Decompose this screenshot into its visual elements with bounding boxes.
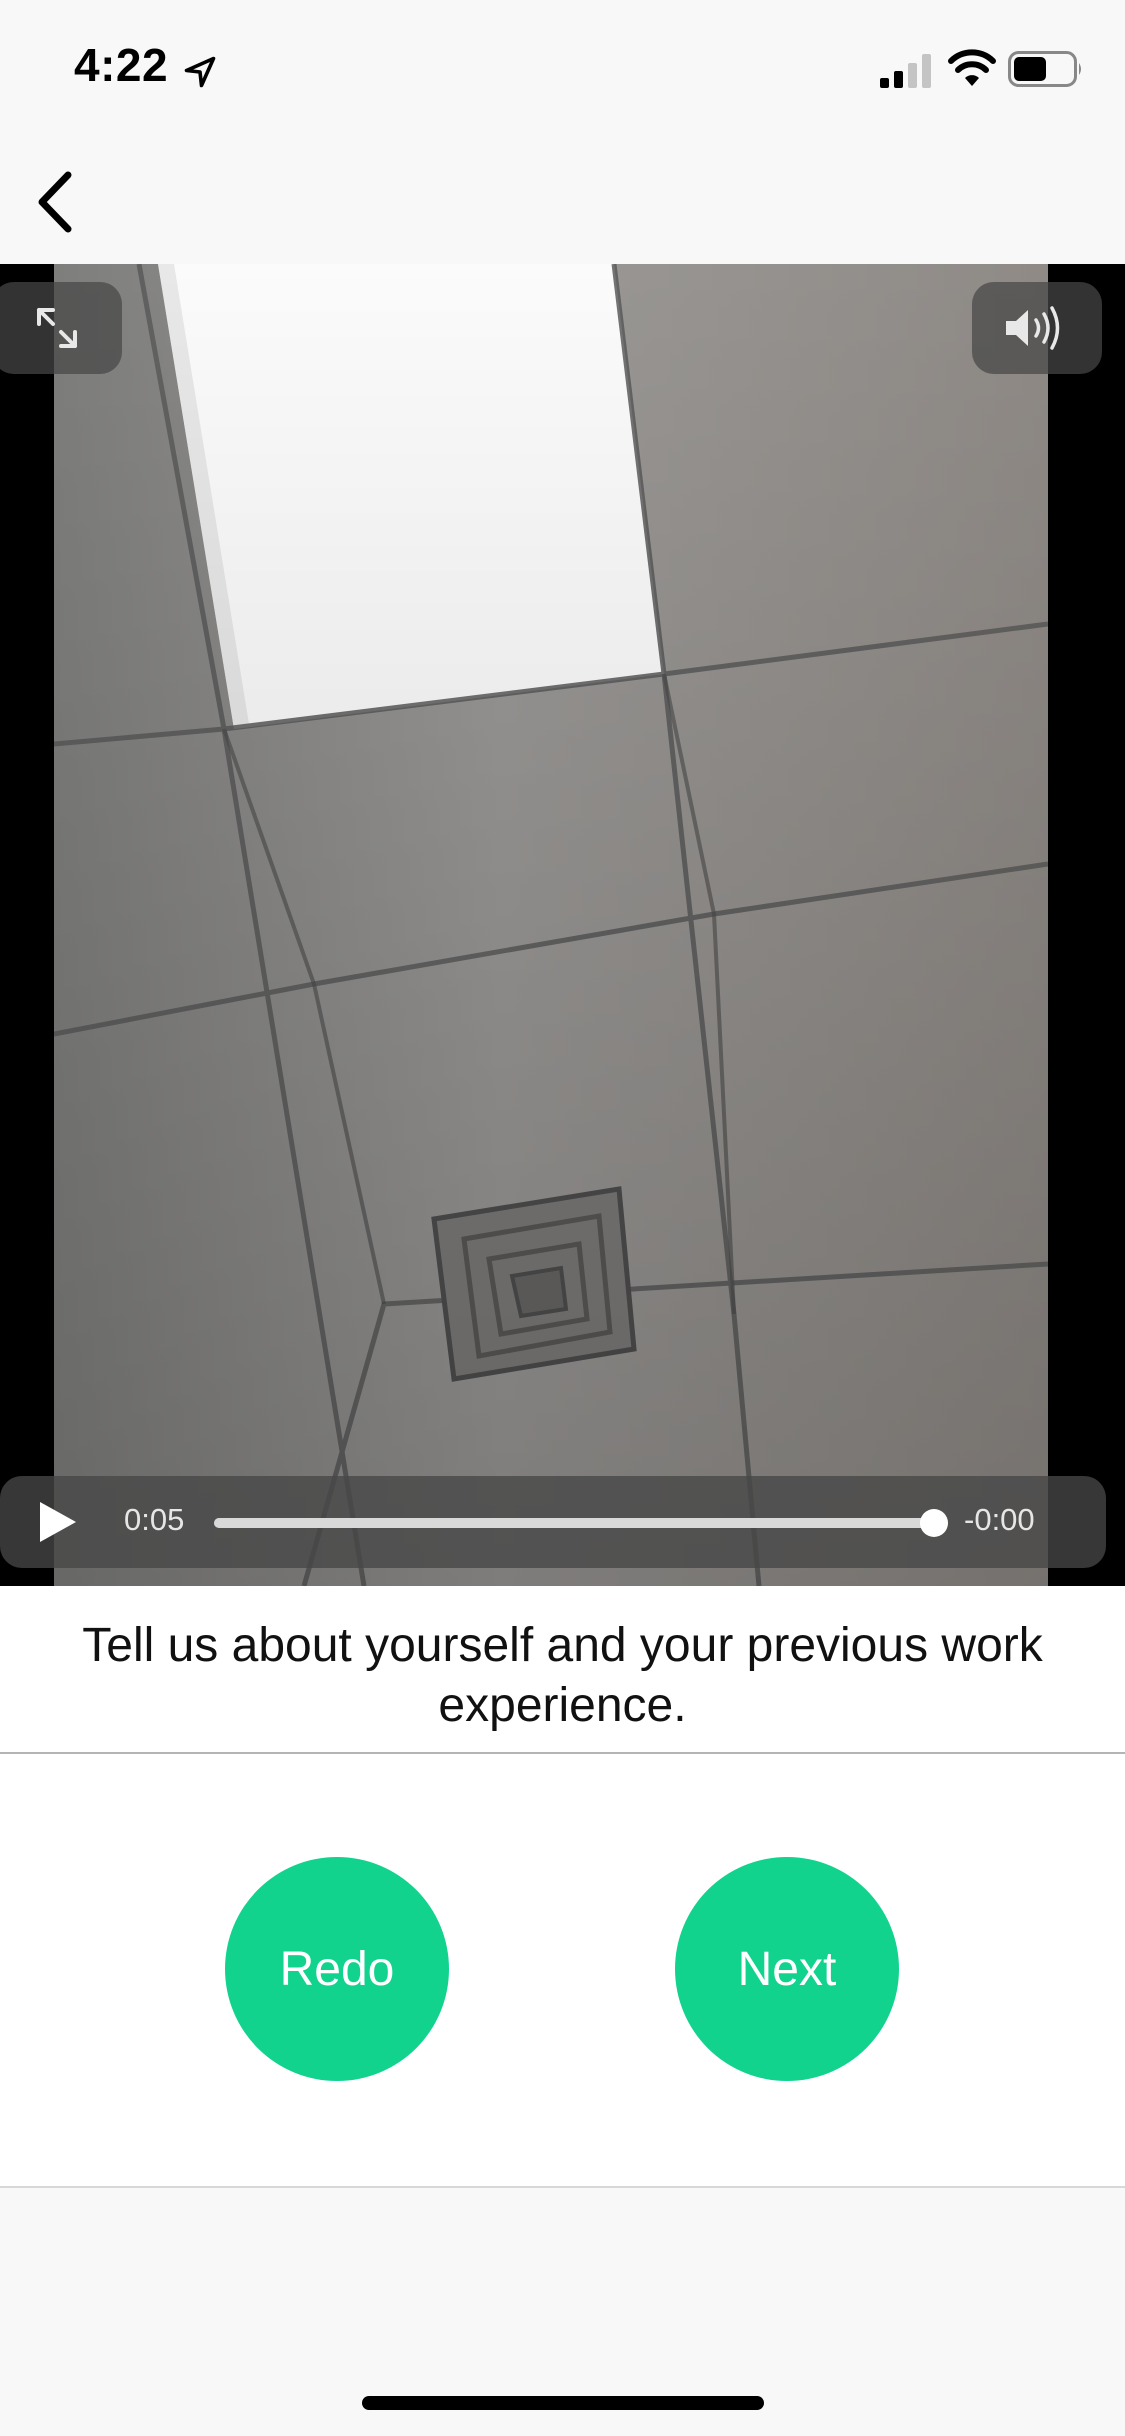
question-text: Tell us about yourself and your previous…: [82, 1619, 1043, 1732]
expand-icon: [37, 308, 77, 348]
wifi-icon: [948, 49, 996, 86]
elapsed-time: 0:05: [124, 1502, 185, 1537]
location-arrow-icon: [184, 56, 216, 88]
actions-panel: Redo Next: [0, 1754, 1125, 2188]
speaker-icon: [1006, 306, 1060, 350]
next-button[interactable]: Next: [675, 1857, 899, 2081]
chevron-left-icon: [38, 171, 72, 233]
nav-bar: [0, 132, 1125, 264]
progress-fill: [214, 1518, 934, 1528]
status-time: 4:22: [74, 39, 169, 91]
volume-button[interactable]: [972, 282, 1102, 374]
redo-button[interactable]: Redo: [225, 1857, 449, 2081]
status-bar: 4:22: [0, 0, 1125, 132]
question-panel: Tell us about yourself and your previous…: [0, 1586, 1125, 1754]
progress-thumb[interactable]: [920, 1509, 948, 1537]
video-frame: [54, 264, 1048, 1586]
progress-bar[interactable]: [214, 1509, 948, 1537]
remaining-time: -0:00: [964, 1502, 1035, 1537]
play-icon[interactable]: [34, 1498, 82, 1546]
video-player[interactable]: 0:05 -0:00: [0, 264, 1125, 1586]
cellular-signal-icon: [880, 54, 931, 88]
battery-icon: [1008, 51, 1081, 87]
fullscreen-button[interactable]: [0, 282, 122, 374]
playback-controls: 0:05 -0:00: [0, 1476, 1106, 1568]
back-button[interactable]: [14, 162, 94, 242]
home-indicator[interactable]: [362, 2396, 764, 2410]
